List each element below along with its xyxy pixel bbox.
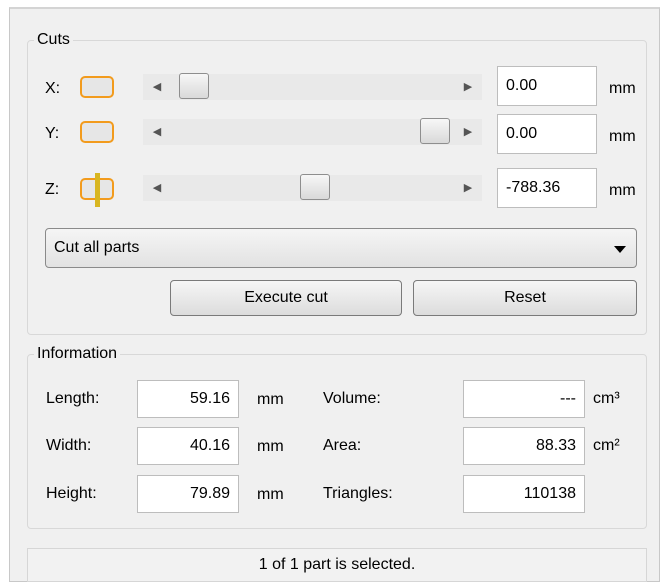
z-value-field[interactable]: -788.36 — [497, 168, 597, 208]
z-axis-label: Z: — [45, 181, 60, 198]
length-unit: mm — [257, 391, 284, 408]
z-slider-right-arrow-icon[interactable]: ▶ — [460, 180, 476, 196]
width-value-field: 40.16 — [137, 427, 239, 465]
z-plane-icon — [80, 173, 114, 207]
x-unit: mm — [609, 80, 636, 97]
top-edge — [0, 0, 668, 7]
z-slider-left-arrow-icon[interactable]: ◀ — [149, 180, 165, 196]
y-slider-right-arrow-icon[interactable]: ▶ — [460, 124, 476, 140]
y-unit: mm — [609, 128, 636, 145]
x-axis-label: X: — [45, 80, 61, 97]
cut-mode-selected-value: Cut all parts — [54, 239, 140, 256]
area-unit: cm² — [593, 437, 620, 454]
height-unit: mm — [257, 486, 284, 503]
chevron-down-icon[interactable] — [614, 246, 626, 253]
z-plane-bar — [95, 173, 100, 207]
height-label: Height: — [46, 485, 97, 502]
information-title: Information — [34, 345, 121, 363]
x-slider-left-arrow-icon[interactable]: ◀ — [149, 79, 165, 95]
width-unit: mm — [257, 438, 284, 455]
y-slider[interactable]: ◀ ▶ — [143, 115, 482, 149]
y-plane-icon — [80, 121, 114, 143]
reset-button[interactable]: Reset — [413, 280, 637, 316]
y-value-field[interactable]: 0.00 — [497, 114, 597, 154]
area-label: Area: — [323, 437, 362, 454]
execute-cut-button[interactable]: Execute cut — [170, 280, 402, 316]
y-slider-thumb[interactable] — [420, 118, 450, 144]
width-label: Width: — [46, 437, 92, 454]
cuts-title: Cuts — [34, 31, 73, 49]
z-slider-thumb[interactable] — [300, 174, 330, 200]
area-value-field: 88.33 — [463, 427, 585, 465]
cut-mode-select[interactable]: Cut all parts — [45, 228, 637, 268]
x-value-field[interactable]: 0.00 — [497, 66, 597, 106]
triangles-label: Triangles: — [323, 485, 393, 502]
z-slider[interactable]: ◀ ▶ — [143, 171, 482, 205]
length-value-field: 59.16 — [137, 380, 239, 418]
x-slider[interactable]: ◀ ▶ — [143, 70, 482, 104]
volume-value-field: --- — [463, 380, 585, 418]
x-plane-icon — [80, 76, 114, 98]
x-slider-right-arrow-icon[interactable]: ▶ — [460, 79, 476, 95]
triangles-value-field: 110138 — [463, 475, 585, 513]
length-label: Length: — [46, 390, 100, 407]
y-axis-label: Y: — [45, 125, 60, 142]
volume-label: Volume: — [323, 390, 381, 407]
z-unit: mm — [609, 182, 636, 199]
x-slider-thumb[interactable] — [179, 73, 209, 99]
y-slider-left-arrow-icon[interactable]: ◀ — [149, 124, 165, 140]
status-bar: 1 of 1 part is selected. — [27, 548, 647, 582]
volume-unit: cm³ — [593, 390, 620, 407]
height-value-field: 79.89 — [137, 475, 239, 513]
